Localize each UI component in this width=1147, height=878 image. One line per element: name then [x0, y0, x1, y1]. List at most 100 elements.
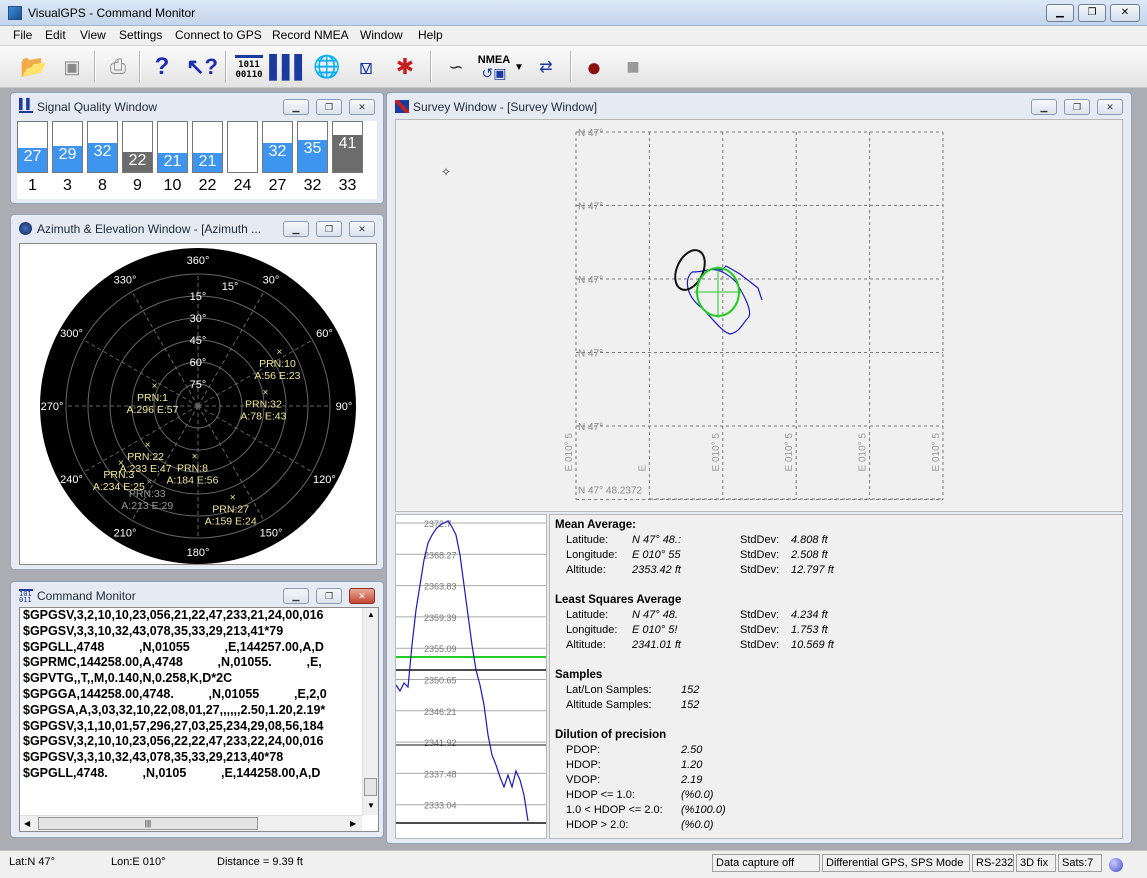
menu-record-nmea[interactable]: Record NMEA	[272, 28, 349, 42]
signal-prn-label: 22	[198, 177, 217, 194]
ls-longitude-value: E 010° 5!	[632, 624, 678, 636]
azimuth-elevation-icon[interactable]: 🌐	[311, 50, 343, 84]
mean-stddev-alt-value: 12.797 ft	[791, 564, 834, 576]
stop-icon[interactable]: ■	[617, 50, 649, 84]
scrollbar-thumb[interactable]: |||	[38, 817, 258, 830]
menu-edit[interactable]: Edit	[45, 28, 66, 42]
close-button[interactable]: ✕	[349, 99, 375, 115]
disconnect-icon[interactable]: ⇄	[530, 50, 562, 84]
minimize-button[interactable]: ▁	[283, 221, 309, 237]
survey-icon[interactable]: ⟏	[350, 50, 382, 84]
survey-titlebar[interactable]: Survey Window - [Survey Window] ▁ ❐ ✕	[391, 97, 1127, 117]
latlon-samples-value: 152	[681, 684, 700, 696]
menu-connect[interactable]: Connect to GPS	[175, 28, 262, 42]
satellite-prn-label: PRN:33	[129, 488, 166, 500]
nmea-record-icon[interactable]: NMEA ↺▣	[474, 50, 514, 84]
vdop-value: 2.19	[681, 774, 703, 786]
latitude-label: N 47°	[578, 422, 603, 433]
altitude-samples-value: 152	[681, 699, 700, 711]
menu-help[interactable]: Help	[418, 28, 443, 42]
mean-stddev-lon-value: 2.508 ft	[791, 549, 828, 561]
menu-settings[interactable]: Settings	[119, 28, 162, 42]
nmea-line: $GPGLL,4748. ,N,0105 ,E,144258.00,A,D	[23, 765, 321, 780]
command-monitor-titlebar[interactable]: 101 011 Command Monitor ▁ ❐ ✕	[15, 586, 379, 606]
status-latitude: Lat:N 47°	[9, 856, 55, 868]
minimize-button[interactable]: ▁	[1046, 4, 1074, 22]
signal-bar-prn-9: 22	[122, 121, 153, 173]
signal-bar-fill: 22	[123, 152, 152, 172]
satellite-azel-label: A:213 E:29	[121, 500, 173, 512]
survey-plot-panel: N 47° N 47° N 47° N 47° N 47° N 47° 48.2372 E …	[395, 119, 1123, 512]
satellite-prn-label: PRN:3	[103, 469, 134, 481]
menu-window[interactable]: Window	[360, 28, 403, 42]
restore-button[interactable]: ❐	[1078, 4, 1106, 22]
scroll-up-icon[interactable]: ▲	[367, 610, 375, 619]
satellite-azel-label: A:78 E:43	[240, 411, 286, 423]
status-bar: Lat:N 47° Lon:E 010° Distance = 9.39 ft …	[0, 850, 1147, 878]
signal-bar-fill: 32	[88, 143, 117, 172]
minimize-button[interactable]: ▁	[1031, 99, 1057, 115]
close-button[interactable]: ✕	[1097, 99, 1123, 115]
altitude-tick-label: 2333.04	[424, 801, 457, 811]
restore-button[interactable]: ❐	[316, 99, 342, 115]
survey-title: Survey Window - [Survey Window]	[413, 100, 598, 114]
toolbar-separator	[139, 51, 141, 83]
signal-quality-titlebar[interactable]: ▌▌ Signal Quality Window ▁ ❐ ✕	[15, 97, 379, 117]
horizontal-scrollbar[interactable]: ◀ ||| ▶	[20, 815, 362, 831]
close-button[interactable]: ✕	[349, 588, 375, 604]
least-squares-header: Least Squares Average	[555, 594, 682, 606]
survey-window-icon	[395, 100, 409, 113]
status-longitude: Lon:E 010°	[111, 856, 166, 868]
menu-file[interactable]: File	[13, 28, 32, 42]
longitude-label: E 010° 5	[711, 433, 722, 472]
azimuth-label: 150°	[260, 527, 283, 539]
signal-quality-icon[interactable]: ▌▌▌	[269, 50, 310, 84]
signal-bar-fill: 32	[263, 143, 292, 172]
command-monitor-icon[interactable]: 1011 00110	[233, 50, 265, 84]
restore-button[interactable]: ❐	[316, 221, 342, 237]
signal-bar-prn-24	[227, 121, 258, 173]
nmea-dropdown-icon[interactable]: ▼	[512, 50, 526, 84]
close-button[interactable]: ✕	[349, 221, 375, 237]
longitude-label: E	[637, 465, 648, 472]
hdop-gt2-value: (%0.0)	[681, 819, 714, 831]
altitude-tick-label: 2337.48	[424, 769, 457, 779]
signal-bar-fill: 35	[298, 140, 327, 172]
satellite-marker: ×	[230, 492, 236, 503]
azimuth-label: 120°	[313, 474, 336, 486]
nmea-line: $GPGSA,A,3,03,32,10,22,08,01,27,,,,,,2.5…	[23, 702, 326, 717]
context-help-icon[interactable]: ↖?	[186, 50, 218, 84]
print-icon[interactable]: ⎙	[102, 50, 134, 84]
satellite-azel-label: A:296 E:57	[127, 404, 179, 416]
ls-stddev-alt-label: StdDev:	[740, 639, 780, 651]
save-icon[interactable]: ▣	[56, 50, 88, 84]
ls-stddev-lon-value: 1.753 ft	[791, 624, 828, 636]
navigation-icon[interactable]: ✱	[389, 50, 421, 84]
help-icon[interactable]: ?	[146, 50, 178, 84]
close-button[interactable]: ✕	[1110, 4, 1140, 22]
minimize-button[interactable]: ▁	[283, 588, 309, 604]
status-gps-mode: Differential GPS, SPS Mode	[822, 854, 970, 872]
scrollbar-thumb[interactable]	[364, 778, 377, 796]
scroll-right-icon[interactable]: ▶	[350, 819, 356, 828]
open-icon[interactable]: 📂	[18, 50, 50, 84]
restore-button[interactable]: ❐	[316, 588, 342, 604]
pdop-value: 2.50	[681, 744, 703, 756]
restore-button[interactable]: ❐	[1064, 99, 1090, 115]
menu-view[interactable]: View	[80, 28, 106, 42]
azel-titlebar[interactable]: Azimuth & Elevation Window - [Azimuth ..…	[15, 219, 379, 239]
vertical-scrollbar[interactable]: ▲ ▼	[362, 608, 378, 815]
mean-latitude-label: Latitude:	[566, 534, 609, 546]
menu-bar: File Edit View Settings Connect to GPS R…	[0, 26, 1147, 46]
record-icon[interactable]: ●	[578, 50, 610, 84]
minimize-button[interactable]: ▁	[283, 99, 309, 115]
satellite-azel-label: A:159 E:24	[205, 515, 257, 527]
nmea-line: $GPRMC,144258.00,A,4748 ,N,01055. ,E,	[23, 655, 322, 670]
ls-stddev-alt-value: 10.569 ft	[791, 639, 834, 651]
satellite-connect-icon[interactable]: ∽	[440, 50, 472, 84]
nmea-log[interactable]: $GPGSV,3,2,10,10,23,056,21,22,47,233,21,…	[20, 608, 362, 801]
azimuth-label: 270°	[41, 401, 64, 413]
scroll-left-icon[interactable]: ◀	[24, 819, 30, 828]
scroll-down-icon[interactable]: ▼	[367, 801, 375, 810]
satellite-marker: ×	[118, 458, 124, 469]
